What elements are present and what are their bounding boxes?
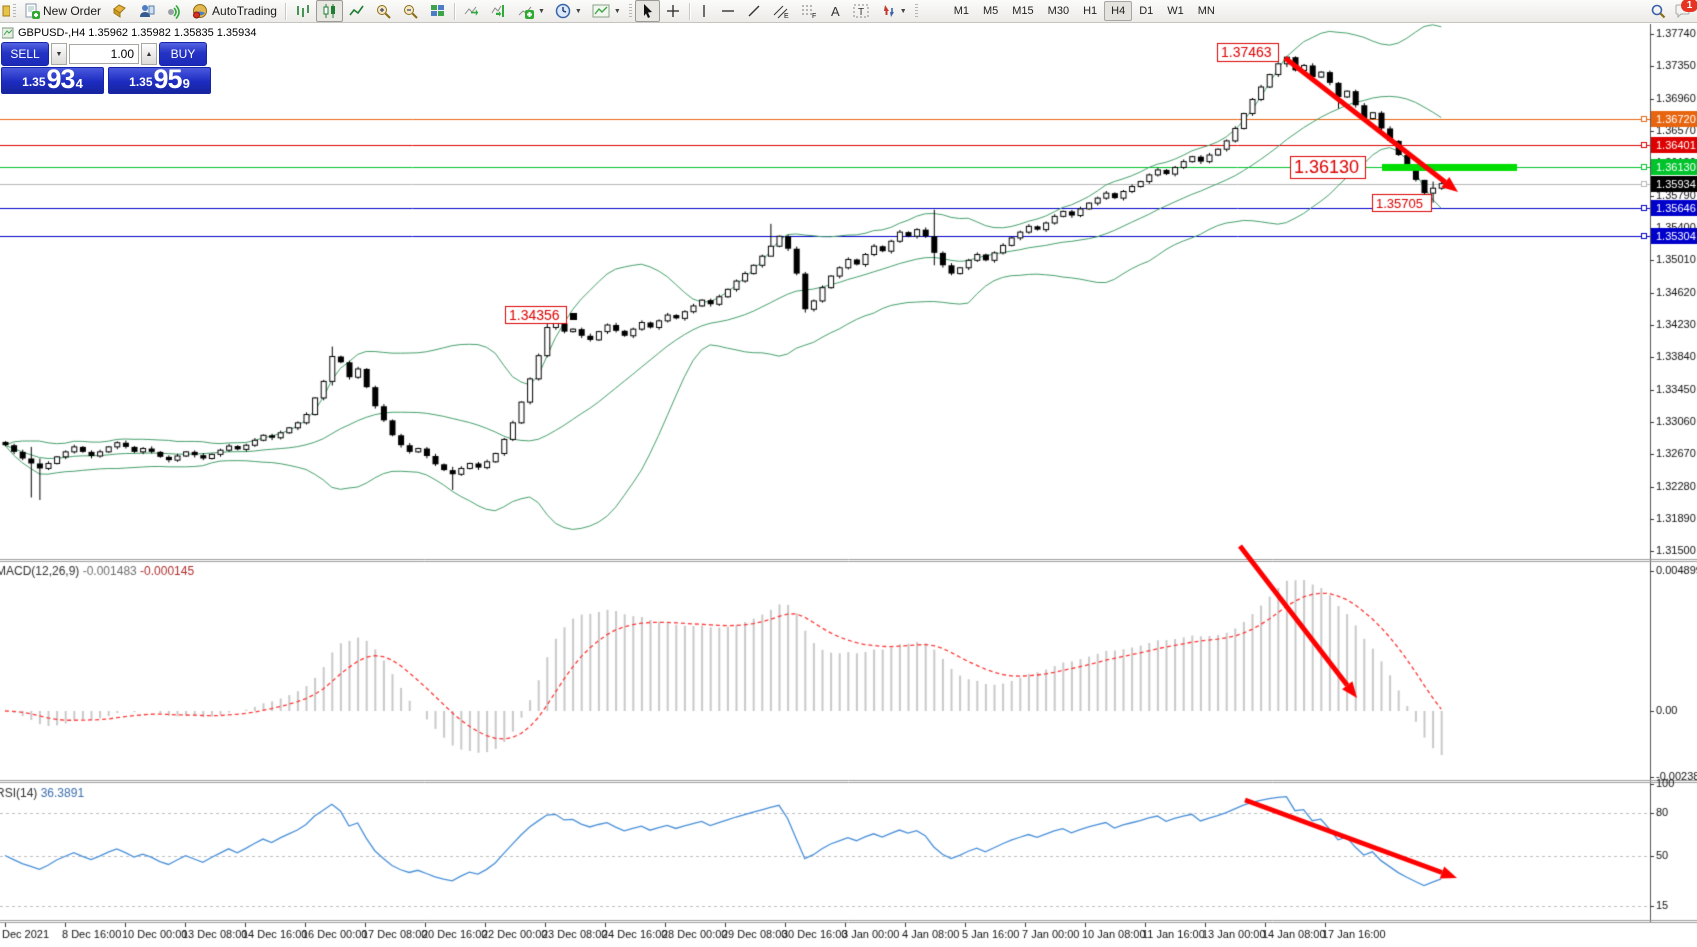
- indicators-button[interactable]: ▼: [512, 0, 550, 22]
- arrows-button[interactable]: ▼: [875, 0, 912, 22]
- text-label-button[interactable]: T: [847, 0, 875, 22]
- one-click-trading-panel: SELL ▼ ▲ BUY 1.35 93 4 1.35 95 9: [1, 42, 215, 94]
- toolbar-separator: [285, 3, 286, 20]
- zoom-in-button[interactable]: [370, 0, 397, 22]
- symbol-ohlc-text: GBPUSD-,H4 1.35962 1.35982 1.35835 1.359…: [18, 27, 257, 39]
- zoom-out-button[interactable]: [397, 0, 424, 22]
- fibo-glyph: F: [812, 13, 816, 19]
- arrows-dropdown[interactable]: ▼: [900, 8, 907, 15]
- sell-price-panel[interactable]: 1.35 93 4: [1, 67, 104, 94]
- sell-button[interactable]: SELL: [1, 42, 49, 66]
- toolbar-separator: [689, 3, 690, 20]
- periods-button[interactable]: ▼: [550, 0, 587, 22]
- tf-m15[interactable]: M15: [1005, 1, 1040, 21]
- tile-windows-button[interactable]: [424, 0, 451, 22]
- text-button[interactable]: A: [823, 0, 847, 22]
- autotrading-button[interactable]: AutoTrading: [187, 0, 282, 22]
- auto-scroll-button[interactable]: [458, 0, 485, 22]
- horizontal-line-button[interactable]: [715, 0, 741, 22]
- window-icon: [1, 3, 10, 19]
- templates-button[interactable]: ▼: [587, 0, 626, 22]
- volume-increase-button[interactable]: ▲: [141, 43, 157, 65]
- chart-tab-icon: [2, 27, 14, 39]
- autotrading-label: AutoTrading: [212, 4, 277, 18]
- channel-glyph: E: [784, 13, 789, 19]
- volume-input[interactable]: [69, 44, 139, 64]
- mql-editor-button[interactable]: [106, 0, 133, 22]
- chart-area[interactable]: [0, 0, 1697, 947]
- sell-price-pip: 4: [76, 68, 83, 100]
- sell-price-prefix: 1.35: [22, 73, 45, 92]
- symbol-search-icon[interactable]: [1650, 3, 1666, 19]
- new-order-label: New Order: [43, 4, 101, 18]
- toolbar-separator: [454, 3, 455, 20]
- cursor-button[interactable]: [635, 0, 660, 22]
- candlestick-chart-button[interactable]: [316, 0, 343, 22]
- buy-button[interactable]: BUY: [159, 42, 207, 66]
- label-glyph: T: [858, 7, 864, 18]
- tf-m5[interactable]: M5: [976, 1, 1005, 21]
- fibonacci-button[interactable]: F: [795, 0, 823, 22]
- tf-d1[interactable]: D1: [1132, 1, 1160, 21]
- buy-price-prefix: 1.35: [129, 73, 152, 92]
- sell-price-big: 93: [47, 67, 75, 92]
- new-order-button[interactable]: New Order: [19, 0, 106, 22]
- tf-m1[interactable]: M1: [947, 1, 976, 21]
- text-glyph: A: [831, 4, 840, 19]
- tf-mn[interactable]: MN: [1191, 1, 1222, 21]
- notifications-button[interactable]: 1: [1674, 3, 1691, 19]
- autotrading-icon: [192, 3, 209, 19]
- market-depth-button[interactable]: [133, 0, 160, 22]
- line-chart-button[interactable]: [343, 0, 370, 22]
- bar-chart-button[interactable]: [289, 0, 316, 22]
- templates-dropdown[interactable]: ▼: [614, 8, 621, 15]
- tf-h1[interactable]: H1: [1076, 1, 1104, 21]
- tf-h4[interactable]: H4: [1104, 1, 1132, 21]
- main-toolbar: New Order AutoTrading ▼ ▼ ▼ E F A T ▼ M1…: [0, 0, 1697, 23]
- volume-decrease-button[interactable]: ▼: [51, 43, 67, 65]
- signals-button[interactable]: [160, 0, 187, 22]
- trendline-button[interactable]: [741, 0, 767, 22]
- vertical-line-button[interactable]: [693, 0, 715, 22]
- indicators-dropdown[interactable]: ▼: [538, 8, 545, 15]
- symbol-ohlc-line: GBPUSD-,H4 1.35962 1.35982 1.35835 1.359…: [2, 27, 257, 39]
- new-order-icon: [24, 3, 40, 19]
- tf-w1[interactable]: W1: [1160, 1, 1191, 21]
- buy-price-panel[interactable]: 1.35 95 9: [108, 67, 211, 94]
- notification-badge: 1: [1681, 0, 1697, 12]
- crosshair-button[interactable]: [660, 0, 686, 22]
- buy-price-pip: 9: [183, 68, 190, 100]
- toolbar-grip[interactable]: [13, 4, 16, 19]
- periods-dropdown[interactable]: ▼: [575, 8, 582, 15]
- buy-price-big: 95: [154, 67, 182, 92]
- mt4-window: { "toolbar": { "new_order_label": "New O…: [0, 0, 1697, 947]
- chart-shift-button[interactable]: [485, 0, 512, 22]
- tf-m30[interactable]: M30: [1041, 1, 1076, 21]
- toolbar-grip[interactable]: [915, 4, 918, 19]
- equidistant-channel-button[interactable]: E: [767, 0, 795, 22]
- toolbar-grip[interactable]: [629, 4, 632, 19]
